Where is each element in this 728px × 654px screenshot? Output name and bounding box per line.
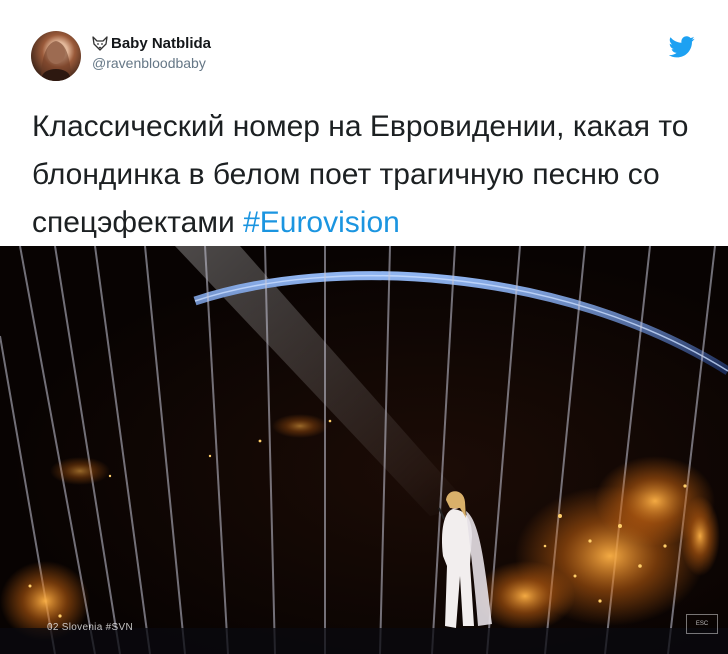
- twitter-bird-icon[interactable]: [669, 36, 695, 58]
- tweet-card: Baby Natblida @ravenbloodbaby Классическ…: [0, 0, 728, 654]
- broadcast-caption: 02 Slovenia #SVN: [47, 622, 133, 633]
- stage-scene: [0, 246, 728, 654]
- hashtag-link[interactable]: #Eurovision: [243, 206, 400, 239]
- avatar[interactable]: [31, 31, 81, 81]
- tweet-text: Классический номер на Евровидении, какая…: [32, 103, 712, 247]
- author-name-row[interactable]: Baby Natblida: [92, 35, 211, 52]
- author-handle[interactable]: @ravenbloodbaby: [92, 55, 206, 71]
- fox-emoji-icon: [92, 36, 108, 51]
- eurovision-logo-icon: ESC: [686, 614, 718, 634]
- author-name[interactable]: Baby Natblida: [111, 35, 211, 52]
- tweet-media[interactable]: 02 Slovenia #SVN ESC: [0, 246, 728, 654]
